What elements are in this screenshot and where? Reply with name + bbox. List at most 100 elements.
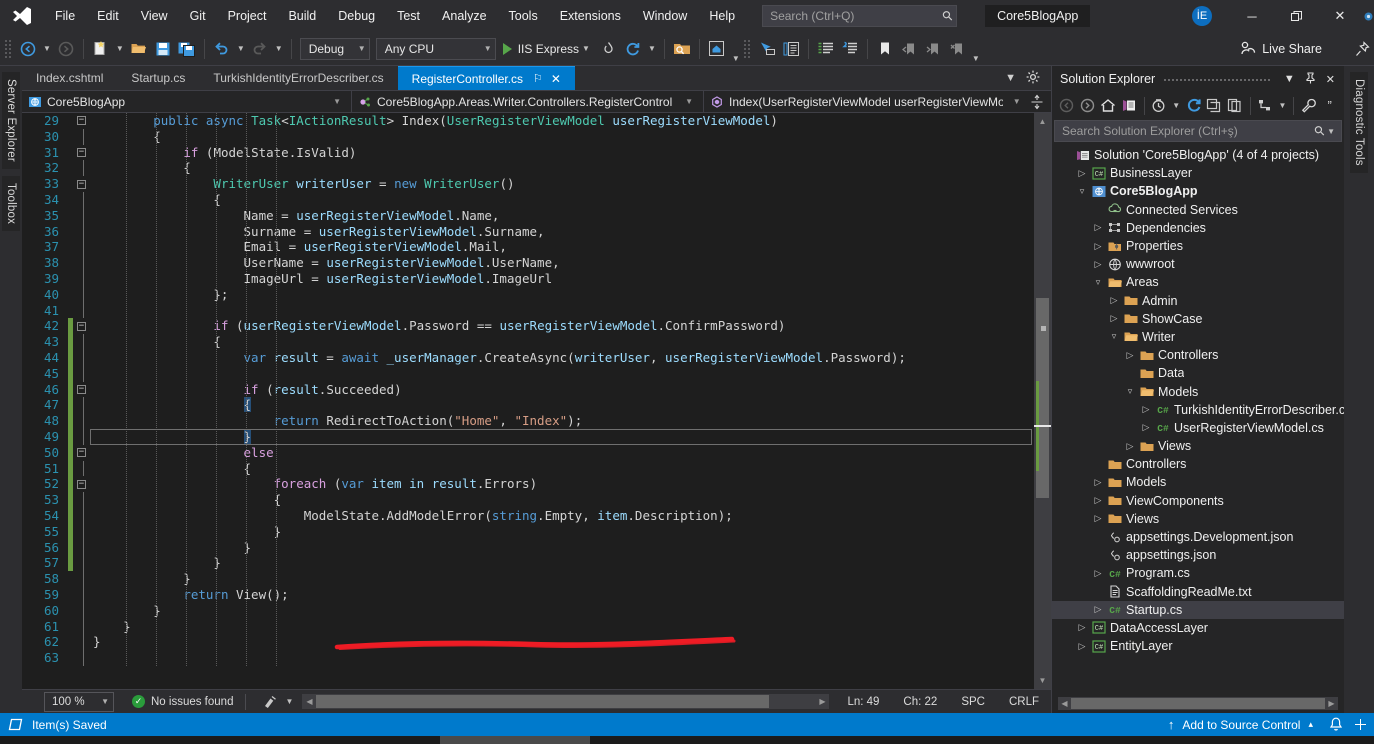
tree-item[interactable]: ▷ C# TurkishIdentityErrorDescriber.cs [1052, 401, 1344, 419]
code-line[interactable]: 53 { [22, 492, 1034, 508]
code-text[interactable]: return View(); [90, 587, 1034, 603]
expander-expanded-icon[interactable]: ▿ [1106, 331, 1122, 342]
scroll-up-arrow[interactable]: ▲ [1034, 113, 1051, 130]
code-text[interactable]: Name = userRegisterViewModel.Name, [90, 208, 1034, 224]
code-line[interactable]: 57 } [22, 555, 1034, 572]
solution-search-input[interactable] [1062, 124, 1315, 138]
code-text[interactable]: { [90, 397, 1034, 413]
code-text[interactable]: public async Task<IActionResult> Index(U… [90, 113, 1034, 129]
properties-icon[interactable] [1298, 95, 1319, 117]
filter-dropdown-icon[interactable]: ▼ [1169, 101, 1183, 110]
editor-horizontal-scrollbar[interactable]: ◀ ▶ [302, 694, 830, 709]
code-text[interactable]: ImageUrl = userRegisterViewModel.ImageUr… [90, 271, 1034, 287]
issues-indicator[interactable]: ✓ No issues found [132, 695, 233, 708]
expander-collapsed-icon[interactable]: ▷ [1074, 622, 1090, 633]
code-text[interactable]: { [90, 129, 1034, 145]
expander-collapsed-icon[interactable]: ▷ [1090, 495, 1106, 506]
home-icon[interactable] [1098, 95, 1119, 117]
next-bookmark-button[interactable] [921, 37, 945, 61]
outlining-glyph[interactable] [73, 602, 90, 619]
code-line[interactable]: 43 { [22, 334, 1034, 350]
code-text[interactable]: } [90, 634, 1034, 650]
tree-item[interactable]: ▷ C# Program.cs [1052, 564, 1344, 582]
code-line[interactable]: 60 } [22, 602, 1034, 619]
expander-collapsed-icon[interactable]: ▷ [1090, 604, 1106, 615]
refresh-icon[interactable] [1183, 95, 1204, 117]
code-line[interactable]: 35 Name = userRegisterViewModel.Name, [22, 207, 1034, 224]
hscroll-right-arrow[interactable]: ▶ [1325, 699, 1338, 708]
toolbar-overflow-icon[interactable]: ” [1319, 95, 1340, 117]
tree-item[interactable]: ▷ Properties [1052, 237, 1344, 255]
scroll-down-arrow[interactable]: ▼ [1034, 672, 1051, 689]
collapse-box-icon[interactable]: − [77, 479, 86, 489]
code-line[interactable]: 55 } [22, 523, 1034, 540]
indentation-indicator[interactable]: SPC [949, 696, 997, 708]
solution-view-icon[interactable] [1119, 95, 1140, 117]
back-icon[interactable] [1056, 95, 1077, 117]
tree-item[interactable]: Data [1052, 364, 1344, 382]
tree-item[interactable]: Controllers [1052, 455, 1344, 473]
expander-collapsed-icon[interactable]: ▷ [1090, 241, 1106, 252]
code-text[interactable]: if (result.Succeeded) [90, 382, 1034, 398]
code-line[interactable]: 46 − if (result.Succeeded) [22, 381, 1034, 398]
menu-analyze[interactable]: Analyze [431, 0, 497, 32]
code-line[interactable]: 50 − else [22, 444, 1034, 461]
menu-debug[interactable]: Debug [327, 0, 386, 32]
close-button[interactable]: ✕ [1318, 0, 1362, 32]
navigate-backward-dropdown-icon[interactable]: ▼ [40, 44, 54, 53]
solution-tree[interactable]: Solution 'Core5BlogApp' (4 of 4 projects… [1052, 144, 1344, 694]
code-line[interactable]: 30 { [22, 128, 1034, 145]
new-project-dropdown-icon[interactable]: ▼ [113, 44, 127, 53]
outlining-glyph[interactable] [73, 397, 90, 414]
menu-help[interactable]: Help [698, 0, 746, 32]
code-line[interactable]: 31 − if (ModelState.IsValid) [22, 145, 1034, 161]
tree-item[interactable]: ▿ Models [1052, 382, 1344, 400]
uncomment-selection-button[interactable] [838, 37, 862, 61]
code-text[interactable]: { [90, 492, 1034, 508]
outlining-glyph[interactable]: − [73, 321, 90, 331]
outlining-glyph[interactable]: − [73, 448, 90, 458]
pin-panel-icon[interactable] [1300, 71, 1321, 87]
code-text[interactable]: UserName = userRegisterViewModel.UserNam… [90, 255, 1034, 271]
panel-drag-handle[interactable] [1163, 77, 1271, 81]
code-text[interactable]: return RedirectToAction("Home", "Index")… [90, 413, 1034, 429]
expander-collapsed-icon[interactable]: ▷ [1090, 259, 1106, 270]
code-text[interactable]: } [90, 619, 1034, 635]
editor-hscroll-thumb[interactable] [316, 695, 770, 708]
hscroll-left-arrow[interactable]: ◀ [1058, 699, 1071, 708]
menu-file[interactable]: File [44, 0, 86, 32]
outlining-glyph[interactable] [73, 349, 90, 366]
tool-tab-toolbox[interactable]: Toolbox [2, 175, 20, 231]
code-line[interactable]: 52 − foreach (var item in result.Errors) [22, 476, 1034, 493]
code-cleanup-button[interactable] [258, 690, 282, 714]
undo-button[interactable] [210, 37, 234, 61]
code-text[interactable]: } [90, 555, 1034, 571]
outlining-glyph[interactable] [73, 223, 90, 240]
outlining-glyph[interactable] [73, 428, 90, 445]
outlining-glyph[interactable] [73, 571, 90, 587]
tree-item[interactable]: appsettings.Development.json [1052, 528, 1344, 546]
solution-horizontal-scrollbar[interactable]: ◀ ▶ [1058, 697, 1338, 710]
collapse-box-icon[interactable]: − [77, 147, 86, 157]
expander-collapsed-icon[interactable]: ▷ [1122, 350, 1138, 361]
code-line[interactable]: 51 { [22, 460, 1034, 477]
global-search-box[interactable]: ⚲ [762, 5, 958, 27]
document-tab-turkishidentityerrordescriber-cs[interactable]: TurkishIdentityErrorDescriber.cs [199, 66, 398, 90]
new-project-button[interactable] [89, 37, 113, 61]
code-text[interactable]: { [90, 160, 1034, 176]
toggle-pointer-select-button[interactable] [755, 37, 779, 61]
code-line[interactable]: 62} [22, 634, 1034, 651]
outlining-glyph[interactable] [73, 270, 90, 287]
outlining-glyph[interactable] [73, 365, 90, 382]
collapse-all-icon[interactable] [1204, 95, 1225, 117]
menu-test[interactable]: Test [386, 0, 431, 32]
expander-collapsed-icon[interactable]: ▷ [1074, 168, 1090, 179]
gear-icon[interactable] [1021, 70, 1045, 87]
tree-item[interactable]: ▷ Views [1052, 510, 1344, 528]
outlining-glyph[interactable]: − [73, 147, 90, 157]
code-line[interactable]: 29 − public async Task<IActionResult> Ind… [22, 113, 1034, 129]
view-code-dropdown-icon[interactable]: ▼ [1276, 101, 1290, 110]
tree-item[interactable]: appsettings.json [1052, 546, 1344, 564]
show-all-files-icon[interactable] [1225, 95, 1246, 117]
editor-vertical-scrollbar[interactable]: ▲ ▼ [1034, 113, 1051, 689]
